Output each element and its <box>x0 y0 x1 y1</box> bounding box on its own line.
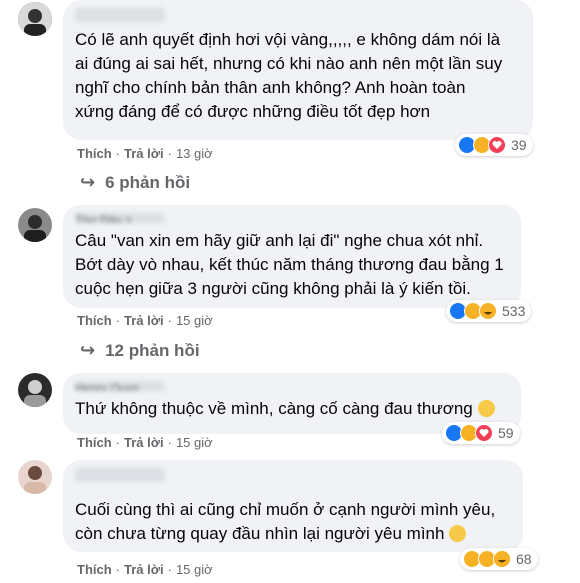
comment-actions: Thích · Trả lời · 15 giờ <box>77 435 213 450</box>
reply-button[interactable]: Trả lời <box>124 313 164 328</box>
comment-text-content: Cuối cùng thì ai cũng chỉ muốn ở cạnh ng… <box>75 500 496 543</box>
reaction-count: 39 <box>511 137 527 153</box>
reaction-count: 68 <box>516 551 532 567</box>
comment-actions: Thích · Trả lời · 13 giờ <box>77 146 213 161</box>
replies-label: 12 phản hồi <box>105 340 200 360</box>
smile-emoji-icon <box>449 525 467 542</box>
timestamp[interactable]: 15 giờ <box>176 313 213 328</box>
haha-icon <box>493 550 511 568</box>
separator: · <box>115 146 121 161</box>
separator: · <box>115 562 121 577</box>
view-replies-button[interactable]: ↪ 6 phản hồi <box>80 172 190 193</box>
avatar[interactable] <box>18 2 52 36</box>
comment-actions: Thích · Trả lời · 15 giờ <box>77 562 213 577</box>
reply-button[interactable]: Trả lời <box>124 435 164 450</box>
love-icon <box>488 136 506 154</box>
avatar[interactable] <box>18 460 52 494</box>
reaction-count: 533 <box>502 303 526 319</box>
comment-bubble: Cuối cùng thì ai cũng chỉ muốn ở cạnh ng… <box>63 460 523 552</box>
reply-button[interactable]: Trả lời <box>124 562 164 577</box>
author-name-redacted[interactable] <box>75 8 165 22</box>
avatar[interactable] <box>18 373 52 407</box>
reply-arrow-icon: ↪ <box>80 340 96 360</box>
reply-arrow-icon: ↪ <box>80 172 96 192</box>
view-replies-button[interactable]: ↪ 12 phản hồi <box>80 340 200 361</box>
comment-actions: Thích · Trả lời · 15 giờ <box>77 313 213 328</box>
like-button[interactable]: Thích <box>77 562 112 577</box>
like-button[interactable]: Thích <box>77 435 112 450</box>
comment-bubble: Có lẽ anh quyết định hơi vội vàng,,,,, e… <box>63 0 533 140</box>
haha-icon <box>479 302 497 320</box>
replies-label: 6 phản hồi <box>105 172 191 192</box>
comment-text: Câu "van xin em hãy giữ anh lại đi" nghe… <box>75 231 504 298</box>
comment-text: Có lẽ anh quyết định hơi vội vàng,,,,, e… <box>75 30 503 121</box>
love-icon <box>475 424 493 442</box>
timestamp[interactable]: 13 giờ <box>176 146 213 161</box>
like-button[interactable]: Thích <box>77 313 112 328</box>
author-name-redacted[interactable]: Thơ Đậu s <box>75 213 165 223</box>
comment-text: Cuối cùng thì ai cũng chỉ muốn ở cạnh ng… <box>75 498 511 546</box>
author-name-redacted[interactable] <box>75 468 165 482</box>
avatar[interactable] <box>18 208 52 242</box>
reaction-summary[interactable]: 533 <box>446 300 532 322</box>
author-name-redacted[interactable]: Henry Quyn <box>75 381 165 391</box>
reaction-summary[interactable]: 39 <box>455 134 533 156</box>
like-button[interactable]: Thích <box>77 146 112 161</box>
reaction-summary[interactable]: 68 <box>460 548 538 570</box>
separator: · <box>167 146 172 161</box>
sad-face-emoji-icon <box>477 400 495 417</box>
separator: · <box>167 562 172 577</box>
reaction-summary[interactable]: 59 <box>442 422 520 444</box>
timestamp[interactable]: 15 giờ <box>176 435 213 450</box>
comment-text: Thứ không thuộc về mình, càng cố càng đa… <box>75 397 509 421</box>
separator: · <box>115 313 121 328</box>
separator: · <box>115 435 121 450</box>
reaction-count: 59 <box>498 425 514 441</box>
comment-bubble: Thơ Đậu s Câu "van xin em hãy giữ anh lạ… <box>63 205 521 308</box>
timestamp[interactable]: 15 giờ <box>176 562 213 577</box>
separator: · <box>167 435 172 450</box>
reply-button[interactable]: Trả lời <box>124 146 164 161</box>
separator: · <box>167 313 172 328</box>
comment-text-content: Thứ không thuộc về mình, càng cố càng đa… <box>75 399 473 418</box>
